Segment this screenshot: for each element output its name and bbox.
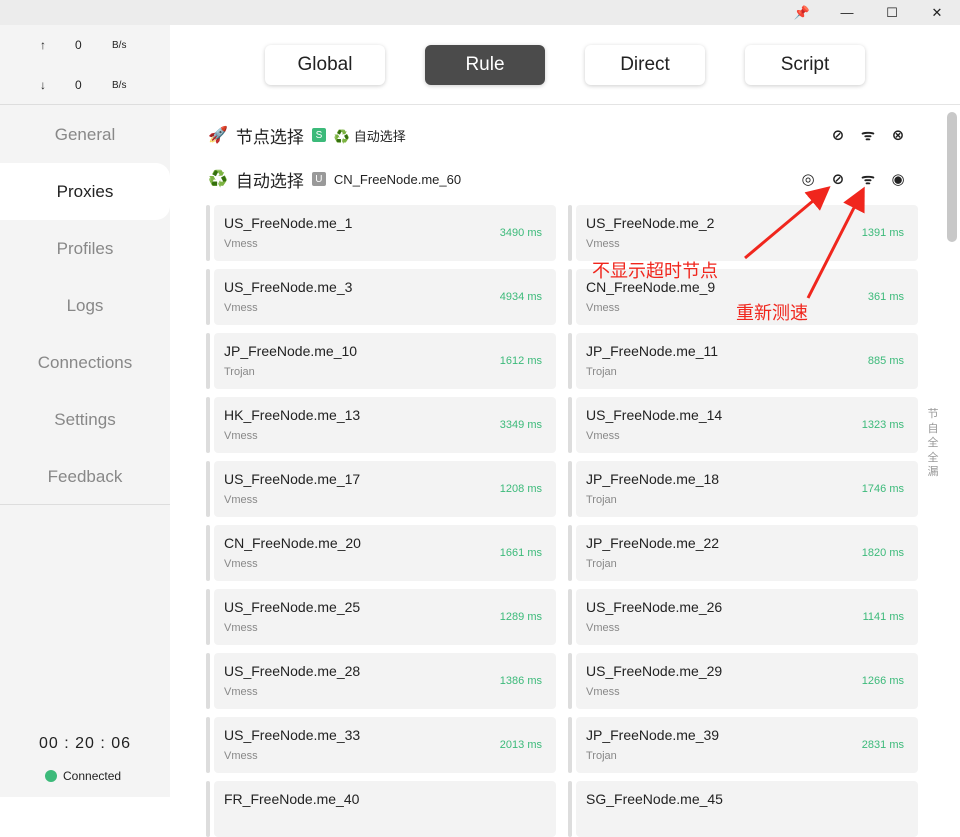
arrow	[806, 186, 865, 299]
arrow	[744, 186, 831, 260]
annotation-arrows	[744, 186, 865, 299]
